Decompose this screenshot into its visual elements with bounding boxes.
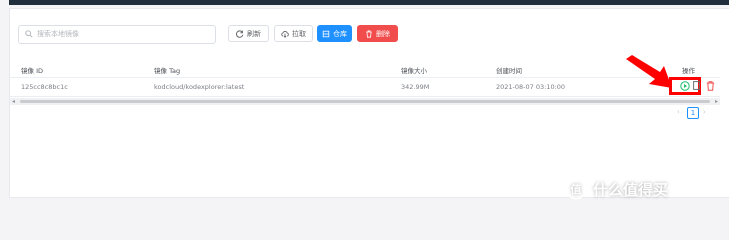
- horizontal-scrollbar[interactable]: ◂ ▸: [10, 98, 720, 105]
- delete-button[interactable]: 删除: [357, 25, 398, 42]
- repo-button[interactable]: 仓库: [317, 25, 352, 42]
- svg-text:值: 值: [571, 182, 582, 196]
- search-box[interactable]: [18, 25, 216, 44]
- top-bar: [9, 0, 729, 5]
- watermark: 值 什么值得买: [565, 178, 668, 200]
- refresh-icon: [236, 29, 244, 38]
- red-arrow-icon: [626, 55, 672, 88]
- images-panel: 刷新 拉取 仓库 删除 镜像 ID 镜像 Tag: [9, 8, 729, 198]
- cell-created-time: 2021-08-07 03:10:00: [496, 83, 566, 91]
- current-page-button[interactable]: 1: [687, 107, 699, 119]
- refresh-label: 刷新: [247, 29, 261, 38]
- edit-icon[interactable]: [693, 81, 700, 90]
- watermark-logo-icon: 值: [565, 178, 587, 200]
- column-image-id: 镜像 ID: [21, 67, 43, 75]
- search-icon: [25, 30, 33, 38]
- pull-label: 拉取: [292, 29, 306, 38]
- column-image-size: 镜像大小: [401, 67, 427, 75]
- cell-image-size: 342.99M: [401, 83, 430, 91]
- scroll-right-arrow[interactable]: ▸: [715, 98, 718, 105]
- delete-icon[interactable]: [706, 81, 715, 91]
- scrollbar-thumb[interactable]: [20, 100, 710, 103]
- column-actions: 操作: [682, 67, 695, 75]
- next-page-button[interactable]: ›: [703, 107, 706, 118]
- cloud-download-icon: [281, 30, 289, 38]
- cell-image-id: 125cc8c8bc1c: [21, 83, 68, 91]
- trash-icon: [366, 30, 372, 38]
- cell-image-tag: kodcloud/kodexplorer:latest: [154, 83, 245, 91]
- watermark-text: 什么值得买: [593, 180, 669, 199]
- play-circle-icon[interactable]: [680, 81, 690, 91]
- column-created-time: 创建时间: [496, 67, 522, 75]
- table-row: 125cc8c8bc1c kodcloud/kodexplorer:latest…: [10, 78, 720, 97]
- repo-label: 仓库: [333, 29, 347, 38]
- scroll-left-arrow[interactable]: ◂: [12, 98, 15, 105]
- prev-page-button[interactable]: ‹: [677, 107, 680, 118]
- column-image-tag: 镜像 Tag: [154, 67, 181, 75]
- search-input[interactable]: [37, 27, 207, 41]
- pull-button[interactable]: 拉取: [274, 25, 313, 42]
- delete-label: 删除: [376, 29, 390, 38]
- refresh-button[interactable]: 刷新: [228, 25, 269, 42]
- repository-icon: [322, 30, 330, 37]
- table-header: 镜像 ID 镜像 Tag 镜像大小 创建时间 操作: [10, 61, 720, 78]
